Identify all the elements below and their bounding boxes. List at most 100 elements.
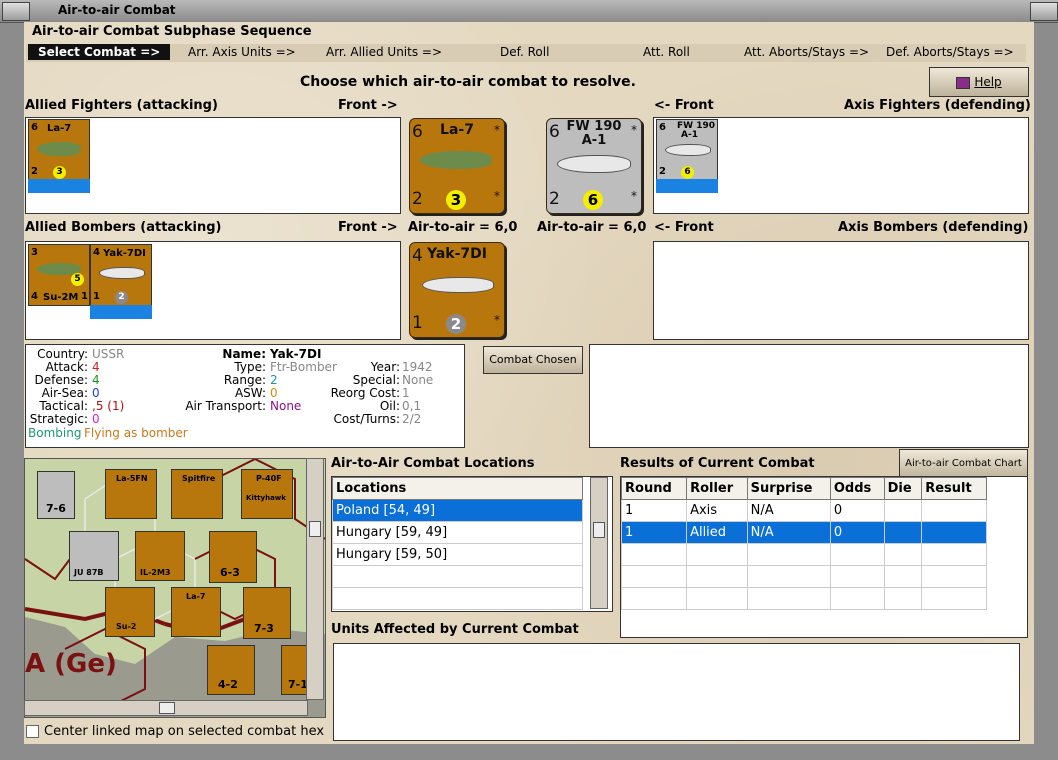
allied-bombers-label: Allied Bombers (attacking)	[25, 220, 222, 235]
map-p40f-counter[interactable]: P-40F Kittyhawk	[241, 469, 293, 519]
map-hq-counter-2[interactable]: 4-2	[207, 645, 255, 695]
results-cell	[921, 565, 987, 588]
location-cell[interactable]: Hungary [59, 49]	[332, 521, 583, 544]
results-row[interactable]: 1 Allied N/A 0	[620, 521, 987, 544]
map-infantry-counter-2[interactable]: 7-3	[243, 587, 291, 639]
results-cell	[883, 499, 923, 522]
plane-icon	[99, 267, 145, 279]
mini-attack: 6	[31, 122, 38, 133]
strategic-label: Strategic:	[29, 412, 88, 426]
seq-arr-allied[interactable]: Arr. Allied Units =>	[326, 45, 442, 59]
linked-map[interactable]: 7-6 La-5FN Spitfire P-40F Kittyhawk JU 8…	[24, 458, 326, 718]
map-su2-counter[interactable]: Su-2	[105, 587, 155, 637]
seq-att-aborts[interactable]: Att. Aborts/Stays =>	[744, 45, 869, 59]
map-counter-name: IL-2M3	[140, 568, 171, 577]
allied-fighters-box[interactable]: 6 La-7 2 3	[25, 117, 401, 214]
seq-def-roll[interactable]: Def. Roll	[500, 45, 549, 59]
system-menu-button[interactable]	[2, 2, 30, 21]
sequence-bar: Select Combat => Arr. Axis Units => Arr.…	[26, 44, 1026, 62]
la7-counter[interactable]: 6 La-7 * 2 3 *	[409, 118, 505, 214]
costturns-label: Cost/Turns:	[333, 412, 400, 426]
results-cell	[746, 543, 831, 566]
results-cell	[620, 587, 688, 610]
location-row[interactable]: Poland [54, 49]	[332, 499, 583, 522]
results-header-round[interactable]: Round	[620, 477, 688, 500]
seq-def-aborts[interactable]: Def. Aborts/Stays =>	[886, 45, 1014, 59]
mini-defense: 1	[93, 291, 100, 302]
location-row[interactable]: Hungary [59, 50]	[332, 543, 583, 566]
locations-list[interactable]: Locations Poland [54, 49] Hungary [59, 4…	[331, 476, 613, 612]
axis-bombers-label: Axis Bombers (defending)	[838, 220, 1029, 235]
location-row[interactable]: Hungary [59, 49]	[332, 521, 583, 544]
su2-mini-counter[interactable]: 3 5 4 Su-2M 1	[28, 244, 90, 306]
map-ju87-counter[interactable]: JU 87B	[69, 531, 119, 581]
map-counter-name: Kittyhawk	[246, 494, 286, 502]
results-header-roller[interactable]: Roller	[686, 477, 748, 500]
results-cell	[883, 521, 923, 544]
map-hex-label: 4-2	[218, 678, 238, 691]
air-combat-chart-button[interactable]: Air-to-air Combat Chart	[899, 449, 1028, 479]
results-header-result[interactable]: Result	[921, 477, 987, 500]
counter-range: 2	[446, 314, 466, 334]
allied-bombers-box[interactable]: 3 5 4 Su-2M 1 4 Yak-7DI 1 2	[25, 241, 401, 340]
results-cell	[746, 565, 831, 588]
prompt-text: Choose which air-to-air combat to resolv…	[300, 74, 636, 90]
counter-name: Yak-7DI	[427, 246, 487, 262]
map-counter-name: Su-2	[116, 622, 137, 631]
locations-header[interactable]: Locations	[332, 477, 583, 500]
map-infantry-counter-1[interactable]: 6-3	[209, 531, 257, 583]
map-horizontal-scrollbar[interactable]	[24, 700, 308, 716]
results-header-odds[interactable]: Odds	[829, 477, 885, 500]
results-cell	[620, 565, 688, 588]
strategic-value: 0	[92, 412, 100, 426]
map-vscroll-thumb[interactable]	[309, 521, 321, 537]
mini-range: 5	[71, 273, 84, 286]
locations-scroll-thumb[interactable]	[593, 522, 605, 538]
results-table-box[interactable]: Round Roller Surprise Odds Die Result 1 …	[620, 476, 1028, 638]
map-spitfire-counter[interactable]: Spitfire	[171, 469, 223, 519]
map-vertical-scrollbar[interactable]	[306, 458, 324, 700]
results-cell	[883, 543, 923, 566]
location-cell[interactable]: Poland [54, 49]	[332, 499, 583, 522]
axis-bombers-box[interactable]	[653, 241, 1029, 340]
map-hscroll-thumb[interactable]	[159, 702, 175, 714]
map-counter-name: JU 87B	[74, 568, 104, 577]
results-header-surprise[interactable]: Surprise	[746, 477, 831, 500]
combat-chosen-button[interactable]: Combat Chosen	[483, 346, 583, 374]
locations-scrollbar[interactable]	[590, 477, 608, 609]
mini-subname: A-1	[681, 130, 698, 140]
results-cell	[883, 565, 923, 588]
plane-icon	[665, 144, 711, 156]
yak7-mini-counter[interactable]: 4 Yak-7DI 1 2	[90, 244, 152, 306]
mini-range: 3	[53, 166, 66, 179]
help-button[interactable]: Help	[929, 67, 1029, 97]
counter-range: 3	[446, 190, 466, 210]
fw190-counter[interactable]: 6 FW 190 A-1 * 2 6 *	[546, 118, 642, 214]
results-cell: 0	[829, 499, 885, 522]
seq-arr-axis[interactable]: Arr. Axis Units =>	[188, 45, 296, 59]
map-il2-counter[interactable]: IL-2M3	[135, 531, 185, 581]
sequence-title: Air-to-air Combat Subphase Sequence	[32, 24, 312, 39]
results-cell	[829, 565, 885, 588]
selection-bar	[90, 305, 152, 319]
center-map-checkbox[interactable]	[26, 725, 39, 738]
la7-mini-counter[interactable]: 6 La-7 2 3	[28, 119, 90, 181]
map-hex-label: 7-1	[288, 678, 308, 691]
seq-att-roll[interactable]: Att. Roll	[643, 45, 690, 59]
location-cell[interactable]: Hungary [59, 50]	[332, 543, 583, 566]
map-hq-counter[interactable]: 7-6	[37, 471, 75, 519]
results-row	[620, 543, 987, 566]
counter-range: 6	[583, 190, 603, 210]
results-cell: Allied	[686, 521, 748, 544]
close-button[interactable]	[1030, 2, 1058, 21]
results-header-die[interactable]: Die	[883, 477, 923, 500]
map-la7-counter[interactable]: La-7	[171, 587, 221, 637]
yak7-counter[interactable]: 4 Yak-7DI 1 2 *	[409, 242, 505, 338]
seq-select-combat[interactable]: Select Combat =>	[28, 44, 171, 60]
fw190-mini-counter[interactable]: 6 FW 190 A-1 2 6	[656, 119, 718, 181]
results-row[interactable]: 1 Axis N/A 0	[620, 499, 987, 522]
map-la5fn-counter[interactable]: La-5FN	[105, 469, 157, 519]
selection-bar	[656, 179, 718, 193]
axis-fighters-box[interactable]: 6 FW 190 A-1 2 6	[653, 117, 1029, 214]
airtransport-value: None	[270, 399, 302, 413]
